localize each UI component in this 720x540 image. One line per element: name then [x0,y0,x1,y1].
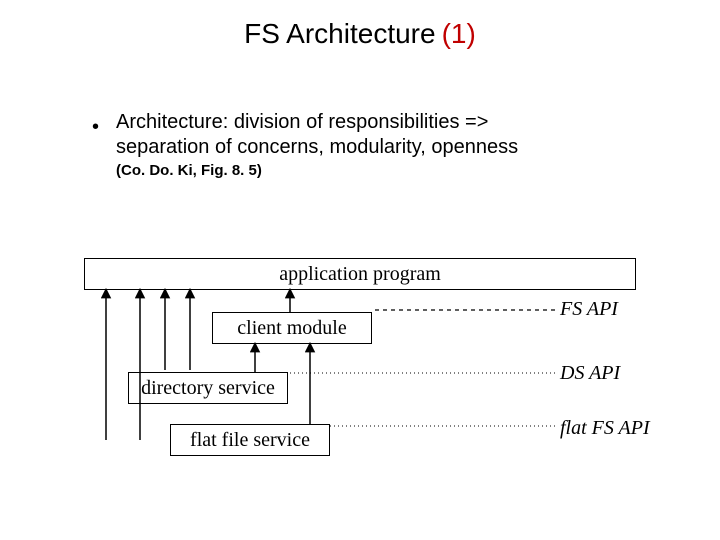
box-client-module: client module [212,312,372,344]
box-directory-service: directory service [128,372,288,404]
slide: { "title": { "main": "FS Architecture", … [0,0,720,540]
label-fs-api: FS API [560,298,618,321]
slide-title: FS Architecture(1) [0,18,720,50]
box-application-program: application program [84,258,636,290]
box-flat-file-service: flat file service [170,424,330,456]
label-flat-fs-api: flat FS API [560,417,650,440]
title-main: FS Architecture [244,18,435,49]
title-sub: (1) [436,18,476,49]
bullet-dot: • [92,116,99,139]
label-ds-api: DS API [560,362,620,385]
bullet-text: Architecture: division of responsibiliti… [116,110,586,160]
figure-reference: (Co. Do. Ki, Fig. 8. 5) [116,162,262,179]
